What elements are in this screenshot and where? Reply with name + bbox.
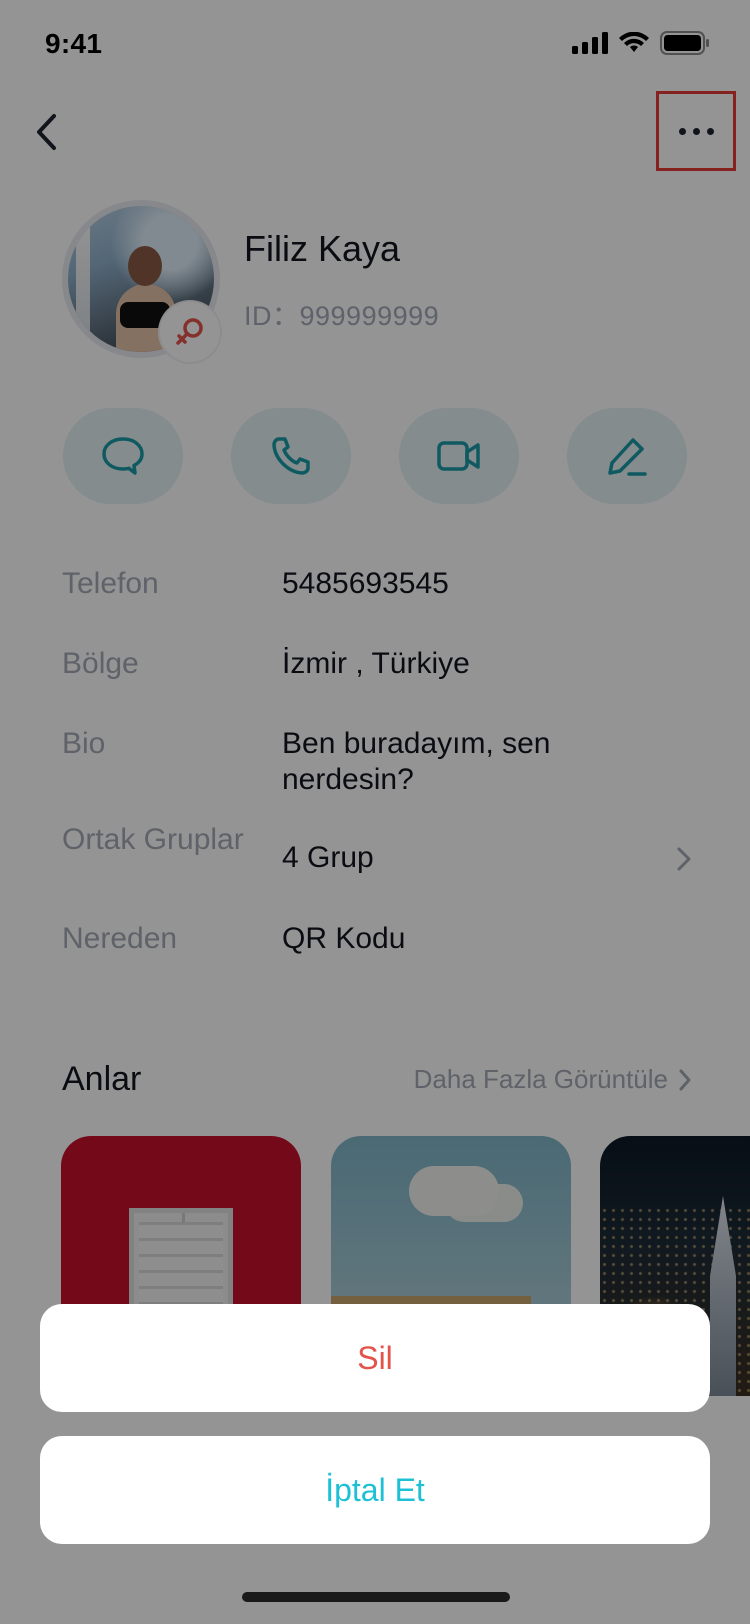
profile-screen: 9:41 Filiz Kaya ID：999999999 Telefon 548…	[0, 0, 750, 1624]
cancel-button[interactable]: İptal Et	[40, 1436, 710, 1544]
delete-button[interactable]: Sil	[40, 1304, 710, 1412]
home-indicator	[242, 1592, 510, 1602]
